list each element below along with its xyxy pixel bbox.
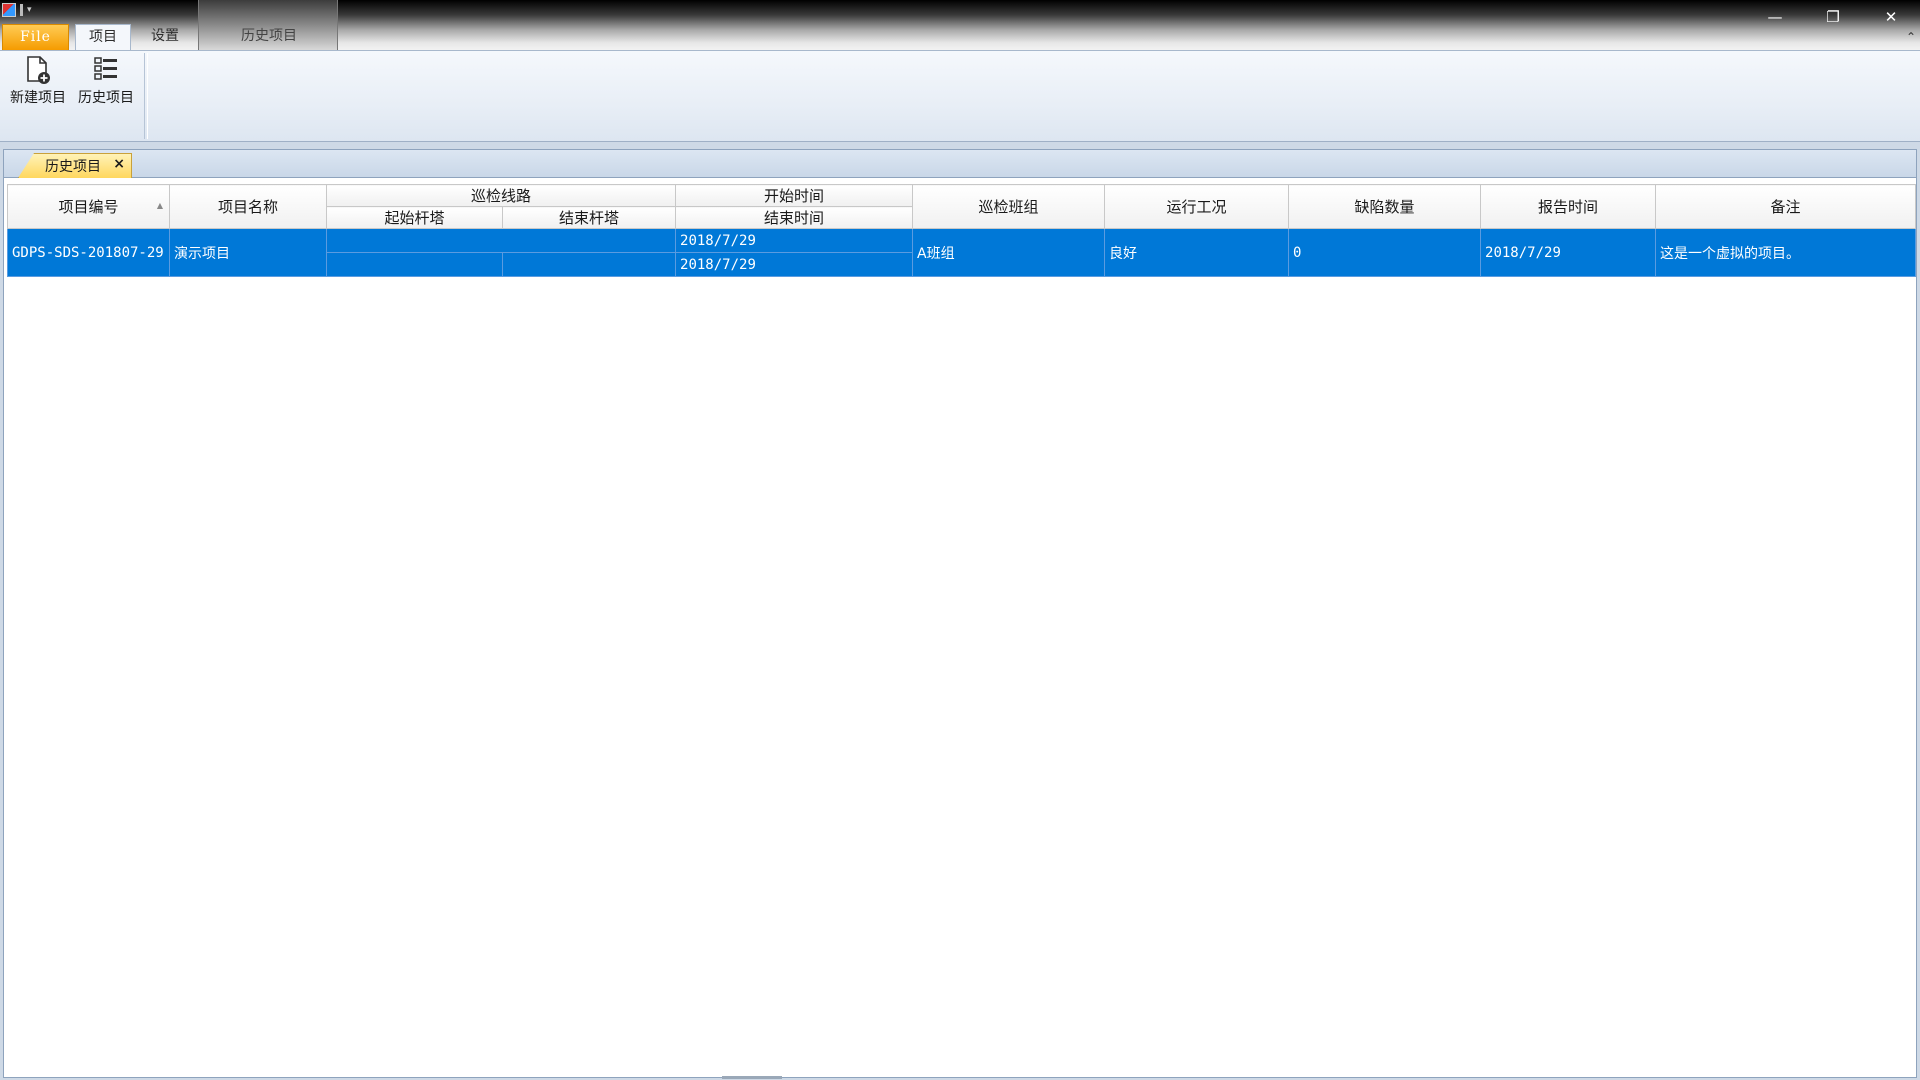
ribbon-tab-row: File 项目 设置 历史项目 <box>0 24 1920 51</box>
header-team[interactable]: 巡检班组 <box>912 184 1106 229</box>
header-report-time[interactable]: 报告时间 <box>1480 184 1657 229</box>
cell-condition[interactable]: 良好 <box>1104 228 1290 277</box>
new-document-icon <box>27 56 50 84</box>
resize-grip[interactable] <box>722 1076 782 1079</box>
header-start-time[interactable]: 开始时间 <box>675 184 914 207</box>
app-icon[interactable] <box>2 3 16 17</box>
cell-end-time[interactable]: 2018/7/29 <box>675 252 914 277</box>
tab-project[interactable]: 项目 <box>75 24 131 51</box>
header-condition[interactable]: 运行工况 <box>1104 184 1290 229</box>
header-project-no-label: 项目编号 <box>58 198 119 216</box>
cell-start-tower[interactable] <box>326 252 503 277</box>
header-project-name[interactable]: 项目名称 <box>169 184 327 229</box>
projects-grid: 项目编号 ▲ 项目名称 巡检线路 开始时间 巡检班组 运行工况 缺陷数量 报告时… <box>7 184 1917 277</box>
table-row[interactable]: GDPS-SDS-201807-29 演示项目 2018/7/29 A班组 良好… <box>7 228 1917 277</box>
ribbon-panel: 新建项目 历史项目 <box>0 50 1920 142</box>
document-area: 历史项目 × 项目编号 ▲ 项目名称 巡检线路 开始时间 巡检班组 运行工况 缺… <box>0 142 1920 1080</box>
document-tab-history[interactable]: 历史项目 × <box>18 153 132 178</box>
cell-end-tower[interactable] <box>501 252 677 277</box>
new-project-button[interactable]: 新建项目 <box>5 55 71 111</box>
qat-dropdown-icon[interactable]: ▾ <box>27 4 35 16</box>
new-project-label: 新建项目 <box>10 90 66 106</box>
header-project-no[interactable]: 项目编号 ▲ <box>7 184 170 229</box>
document-tab-label: 历史项目 <box>45 159 101 175</box>
cell-project-no[interactable]: GDPS-SDS-201807-29 <box>7 228 170 277</box>
cell-project-name[interactable]: 演示项目 <box>169 228 327 277</box>
quick-access-toolbar: ▾ <box>2 2 35 18</box>
document-tab-strip: 历史项目 × <box>4 150 1916 178</box>
ribbon-group-separator <box>144 53 148 139</box>
header-defects[interactable]: 缺陷数量 <box>1288 184 1482 229</box>
history-projects-label: 历史项目 <box>78 90 134 106</box>
tab-file[interactable]: File <box>2 24 69 50</box>
tab-settings[interactable]: 设置 <box>137 24 193 50</box>
header-end-tower[interactable]: 结束杆塔 <box>501 206 677 229</box>
list-icon <box>94 57 117 80</box>
tab-history[interactable]: 历史项目 <box>200 24 338 50</box>
history-projects-button[interactable]: 历史项目 <box>73 55 139 111</box>
header-start-tower[interactable]: 起始杆塔 <box>326 206 503 229</box>
qat-separator <box>20 4 23 16</box>
cell-start-time[interactable]: 2018/7/29 <box>675 228 914 253</box>
ribbon-collapse-icon[interactable]: ⌃ <box>1906 30 1916 44</box>
close-icon[interactable]: × <box>113 156 125 172</box>
cell-report-time[interactable]: 2018/7/29 <box>1480 228 1657 277</box>
header-route[interactable]: 巡检线路 <box>325 184 677 207</box>
header-remarks[interactable]: 备注 <box>1655 184 1917 229</box>
document-frame: 历史项目 × 项目编号 ▲ 项目名称 巡检线路 开始时间 巡检班组 运行工况 缺… <box>3 149 1917 1078</box>
cell-route[interactable] <box>325 228 677 253</box>
sort-ascending-icon: ▲ <box>156 201 163 210</box>
cell-remarks[interactable]: 这是一个虚拟的项目。 <box>1655 228 1917 277</box>
cell-defects[interactable]: 0 <box>1288 228 1482 277</box>
header-end-time[interactable]: 结束时间 <box>675 206 914 229</box>
cell-team[interactable]: A班组 <box>912 228 1106 277</box>
